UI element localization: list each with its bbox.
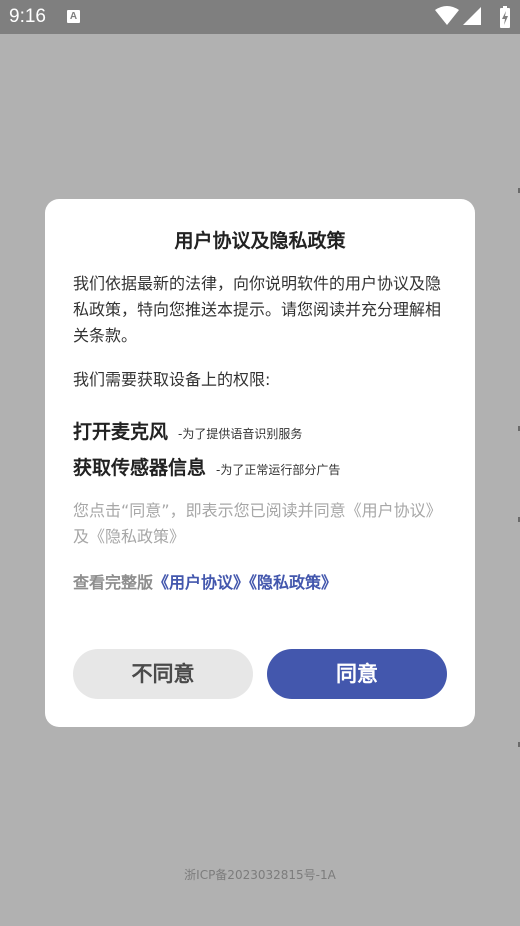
permission-name: 获取传感器信息 [73, 457, 207, 479]
signal-icon [463, 7, 481, 25]
full-version-label: 查看完整版 [73, 573, 154, 592]
battery-icon [500, 6, 510, 28]
wifi-icon [435, 6, 459, 25]
permission-item: 获取传感器信息 -为了正常运行部分广告 [73, 453, 340, 479]
status-bar: 9:16 A [0, 0, 520, 34]
full-version-line: 查看完整版《用户协议》《隐私政策》 [73, 570, 337, 596]
privacy-policy-link[interactable]: 《隐私政策》 [249, 573, 337, 592]
disagree-button[interactable]: 不同意 [73, 649, 253, 699]
notification-icon: A [67, 10, 80, 23]
permissions-heading: 我们需要获取设备上的权限: [73, 370, 271, 389]
agree-button[interactable]: 同意 [267, 649, 447, 699]
permission-name: 打开麦克风 [73, 421, 169, 443]
permission-desc: -为了正常运行部分广告 [216, 463, 341, 477]
user-agreement-link[interactable]: 《用户协议》 [153, 573, 249, 592]
permission-desc: -为了提供语音识别服务 [178, 427, 303, 441]
permission-item: 打开麦克风 -为了提供语音识别服务 [73, 417, 302, 443]
icp-footer: 浙ICP备2023032815号-1A [184, 868, 336, 882]
intro-text: 我们依据最新的法律，向你说明软件的用户协议及隐私政策，特向您推送本提示。请您阅读… [73, 274, 442, 345]
consent-text: 您点击“同意”，即表示您已阅读并同意《用户协议》及《隐私政策》 [73, 501, 442, 546]
status-time: 9:16 [9, 6, 46, 27]
dialog-title: 用户协议及隐私政策 [174, 230, 346, 252]
